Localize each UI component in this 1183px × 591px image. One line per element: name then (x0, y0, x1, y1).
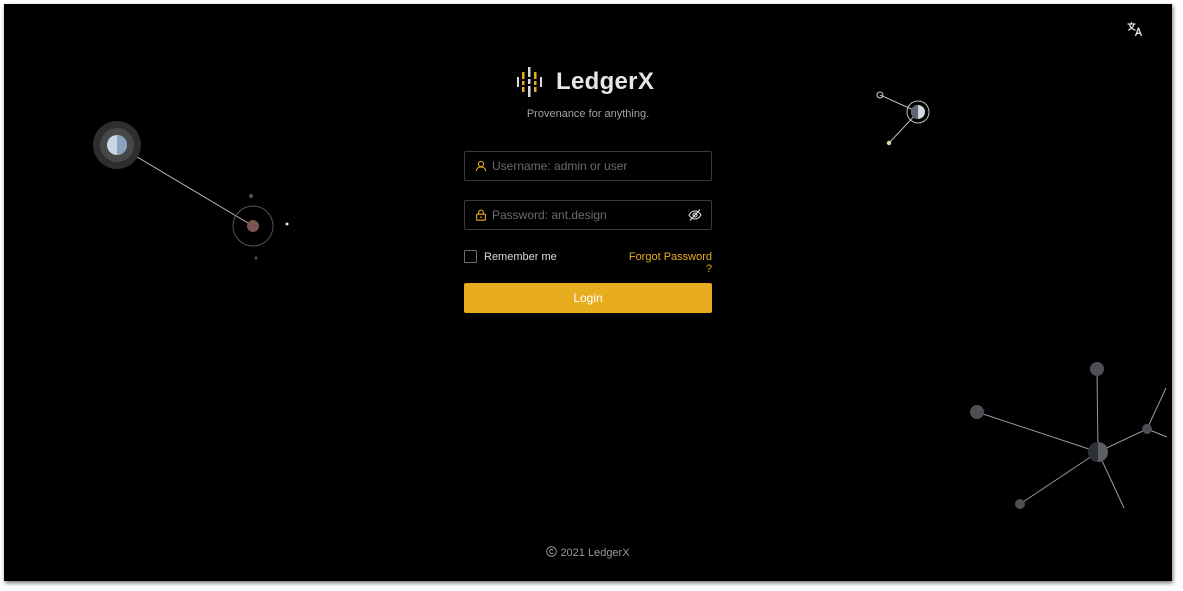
app-tagline: Provenance for anything. (526, 108, 650, 120)
login-page: LedgerX Provenance for anything. Usernam… (4, 4, 1172, 581)
copyright-text: 2021 LedgerX (560, 547, 630, 559)
username-field[interactable] (464, 151, 712, 181)
brand: LedgerX (516, 62, 654, 102)
lock-icon (474, 208, 488, 222)
copyright-icon (546, 546, 558, 557)
remember-me-label: Remember me (484, 250, 557, 263)
language-switch-button[interactable] (1124, 18, 1146, 40)
password-input[interactable] (490, 202, 687, 228)
username-input[interactable] (490, 153, 711, 179)
login-button[interactable]: Login (464, 283, 712, 313)
user-icon (474, 159, 488, 173)
checkbox-box[interactable] (464, 250, 477, 263)
ledgerx-logo-icon (517, 67, 542, 97)
left-constellation (93, 121, 289, 260)
lower-right-constellation (970, 362, 1168, 509)
password-field[interactable] (464, 200, 712, 230)
footer: 2021 LedgerX (4, 546, 1172, 559)
remember-me-checkbox[interactable]: Remember me (464, 250, 557, 263)
forgot-password-link[interactable]: Forgot Password ? (626, 251, 712, 275)
eye-invisible-icon[interactable] (687, 207, 703, 223)
translate-icon (1127, 21, 1143, 37)
app-title: LedgerX (556, 68, 655, 95)
